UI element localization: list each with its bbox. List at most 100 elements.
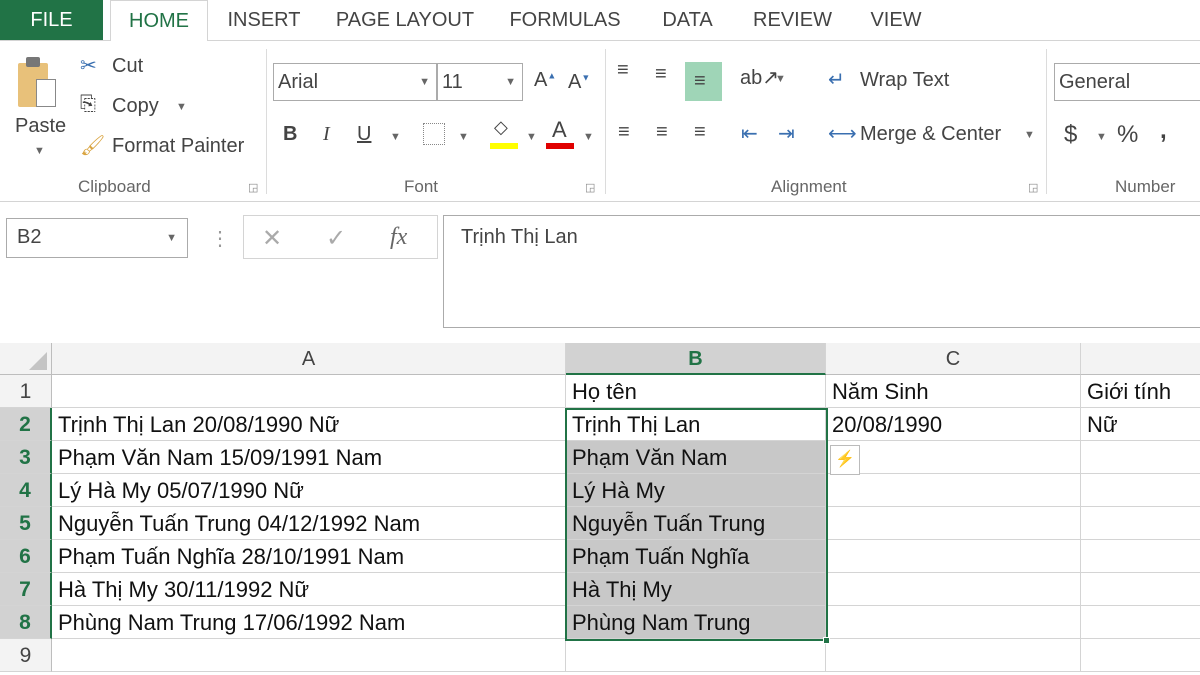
row-header-5[interactable]: 5 — [0, 507, 52, 540]
cell-c2[interactable]: 20/08/1990 — [826, 408, 1081, 441]
align-right-icon[interactable]: ≡ — [694, 121, 706, 144]
cell-b1[interactable]: Họ tên — [566, 375, 826, 408]
cell-c9[interactable] — [826, 639, 1081, 672]
row-header-2[interactable]: 2 — [0, 408, 52, 441]
row-header-7[interactable]: 7 — [0, 573, 52, 606]
top-align-icon[interactable]: ≡ — [617, 59, 629, 82]
currency-button[interactable]: $ — [1064, 121, 1077, 149]
percent-button[interactable]: % — [1117, 121, 1138, 149]
cell-b7[interactable]: Hà Thị My — [566, 573, 826, 606]
cell-c5[interactable] — [826, 507, 1081, 540]
cell-d9[interactable] — [1081, 639, 1200, 672]
cell-a1[interactable] — [52, 375, 566, 408]
column-header-a[interactable]: A — [52, 343, 566, 375]
cell-a8[interactable]: Phùng Nam Trung 17/06/1992 Nam — [52, 606, 566, 639]
name-box[interactable]: B2 ▼ — [6, 218, 188, 258]
row-header-4[interactable]: 4 — [0, 474, 52, 507]
row-header-1[interactable]: 1 — [0, 375, 52, 408]
paste-button[interactable]: Paste ▼ — [12, 53, 70, 157]
bottom-align-button[interactable]: ≡ — [685, 62, 722, 101]
cell-c8[interactable] — [826, 606, 1081, 639]
tab-home[interactable]: HOME — [110, 0, 208, 41]
font-size-select[interactable]: 11 ▼ — [437, 63, 523, 101]
fill-handle[interactable] — [823, 637, 830, 644]
row-header-8[interactable]: 8 — [0, 606, 52, 639]
cell-c1[interactable]: Năm Sinh — [826, 375, 1081, 408]
cell-b4[interactable]: Lý Hà My — [566, 474, 826, 507]
cancel-icon[interactable]: ✕ — [262, 224, 282, 253]
cell-a5[interactable]: Nguyễn Tuấn Trung 04/12/1992 Nam — [52, 507, 566, 540]
fill-color-button[interactable]: ◇ — [490, 117, 520, 151]
cell-d2[interactable]: Nữ — [1081, 408, 1200, 441]
cell-b9[interactable] — [566, 639, 826, 672]
cell-a2[interactable]: Trịnh Thị Lan 20/08/1990 Nữ — [52, 408, 566, 441]
formula-input[interactable]: Trịnh Thị Lan — [443, 215, 1200, 328]
cell-b3[interactable]: Phạm Văn Nam — [566, 441, 826, 474]
tab-page-layout[interactable]: PAGE LAYOUT — [330, 0, 480, 40]
cell-a9[interactable] — [52, 639, 566, 672]
align-left-icon[interactable]: ≡ — [618, 121, 630, 144]
column-header-c[interactable]: C — [826, 343, 1081, 375]
cell-b8[interactable]: Phùng Nam Trung — [566, 606, 826, 639]
currency-dropdown-icon[interactable]: ▼ — [1096, 131, 1107, 143]
middle-align-icon[interactable]: ≡ — [655, 63, 667, 86]
cell-d4[interactable] — [1081, 474, 1200, 507]
enter-check-icon[interactable]: ✓ — [326, 224, 346, 253]
cell-d1[interactable]: Giới tính — [1081, 375, 1200, 408]
borders-dropdown-icon[interactable]: ▼ — [458, 131, 469, 143]
clipboard-launcher-icon[interactable]: ◲ — [248, 181, 258, 194]
merge-dropdown-icon[interactable]: ▼ — [1024, 129, 1035, 141]
underline-button[interactable]: U — [357, 123, 371, 146]
copy-dropdown-icon[interactable]: ▼ — [176, 101, 187, 113]
column-header-d[interactable] — [1081, 343, 1200, 375]
row-header-6[interactable]: 6 — [0, 540, 52, 573]
flash-fill-options-icon[interactable]: ⚡ — [830, 445, 860, 475]
cell-a4[interactable]: Lý Hà My 05/07/1990 Nữ — [52, 474, 566, 507]
orientation-dropdown-icon[interactable]: ▼ — [775, 73, 786, 85]
cell-d5[interactable] — [1081, 507, 1200, 540]
tab-file[interactable]: FILE — [0, 0, 103, 40]
tab-review[interactable]: REVIEW — [745, 0, 840, 40]
cell-c4[interactable] — [826, 474, 1081, 507]
font-launcher-icon[interactable]: ◲ — [585, 181, 595, 194]
number-format-select[interactable]: General — [1054, 63, 1200, 101]
row-header-3[interactable]: 3 — [0, 441, 52, 474]
font-name-select[interactable]: Arial ▼ — [273, 63, 437, 101]
alignment-launcher-icon[interactable]: ◲ — [1028, 181, 1038, 194]
cell-a7[interactable]: Hà Thị My 30/11/1992 Nữ — [52, 573, 566, 606]
cell-b2[interactable]: Trịnh Thị Lan — [566, 408, 826, 441]
italic-button[interactable]: I — [323, 123, 330, 146]
decrease-indent-icon[interactable]: ⇤ — [741, 121, 758, 146]
bold-button[interactable]: B — [283, 123, 297, 146]
cell-d7[interactable] — [1081, 573, 1200, 606]
font-color-dropdown-icon[interactable]: ▼ — [583, 131, 594, 143]
cell-d6[interactable] — [1081, 540, 1200, 573]
select-all-button[interactable] — [0, 343, 52, 375]
tab-formulas[interactable]: FORMULAS — [500, 0, 630, 40]
align-center-icon[interactable]: ≡ — [656, 121, 668, 144]
tab-data[interactable]: DATA — [650, 0, 725, 40]
cell-c3[interactable] — [826, 441, 1081, 474]
cell-c6[interactable] — [826, 540, 1081, 573]
increase-font-icon[interactable]: A▲ — [534, 69, 556, 92]
cell-c7[interactable] — [826, 573, 1081, 606]
cell-d8[interactable] — [1081, 606, 1200, 639]
cell-a6[interactable]: Phạm Tuấn Nghĩa 28/10/1991 Nam — [52, 540, 566, 573]
insert-function-button[interactable]: fx — [390, 224, 407, 251]
fill-dropdown-icon[interactable]: ▼ — [526, 131, 537, 143]
cell-d3[interactable] — [1081, 441, 1200, 474]
tab-insert[interactable]: INSERT — [220, 0, 308, 40]
increase-indent-icon[interactable]: ⇥ — [778, 121, 795, 146]
tab-view[interactable]: VIEW — [860, 0, 932, 40]
cell-b5[interactable]: Nguyễn Tuấn Trung — [566, 507, 826, 540]
column-header-b[interactable]: B — [566, 343, 826, 375]
underline-dropdown-icon[interactable]: ▼ — [390, 131, 401, 143]
font-color-button[interactable]: A — [546, 117, 576, 151]
orientation-icon[interactable]: ab↗ — [740, 65, 779, 90]
borders-icon[interactable] — [423, 123, 445, 145]
cell-a3[interactable]: Phạm Văn Nam 15/09/1991 Nam — [52, 441, 566, 474]
row-header-9[interactable]: 9 — [0, 639, 52, 672]
cell-b6[interactable]: Phạm Tuấn Nghĩa — [566, 540, 826, 573]
comma-style-button[interactable]: , — [1160, 117, 1167, 145]
decrease-font-icon[interactable]: A▼ — [568, 71, 590, 94]
